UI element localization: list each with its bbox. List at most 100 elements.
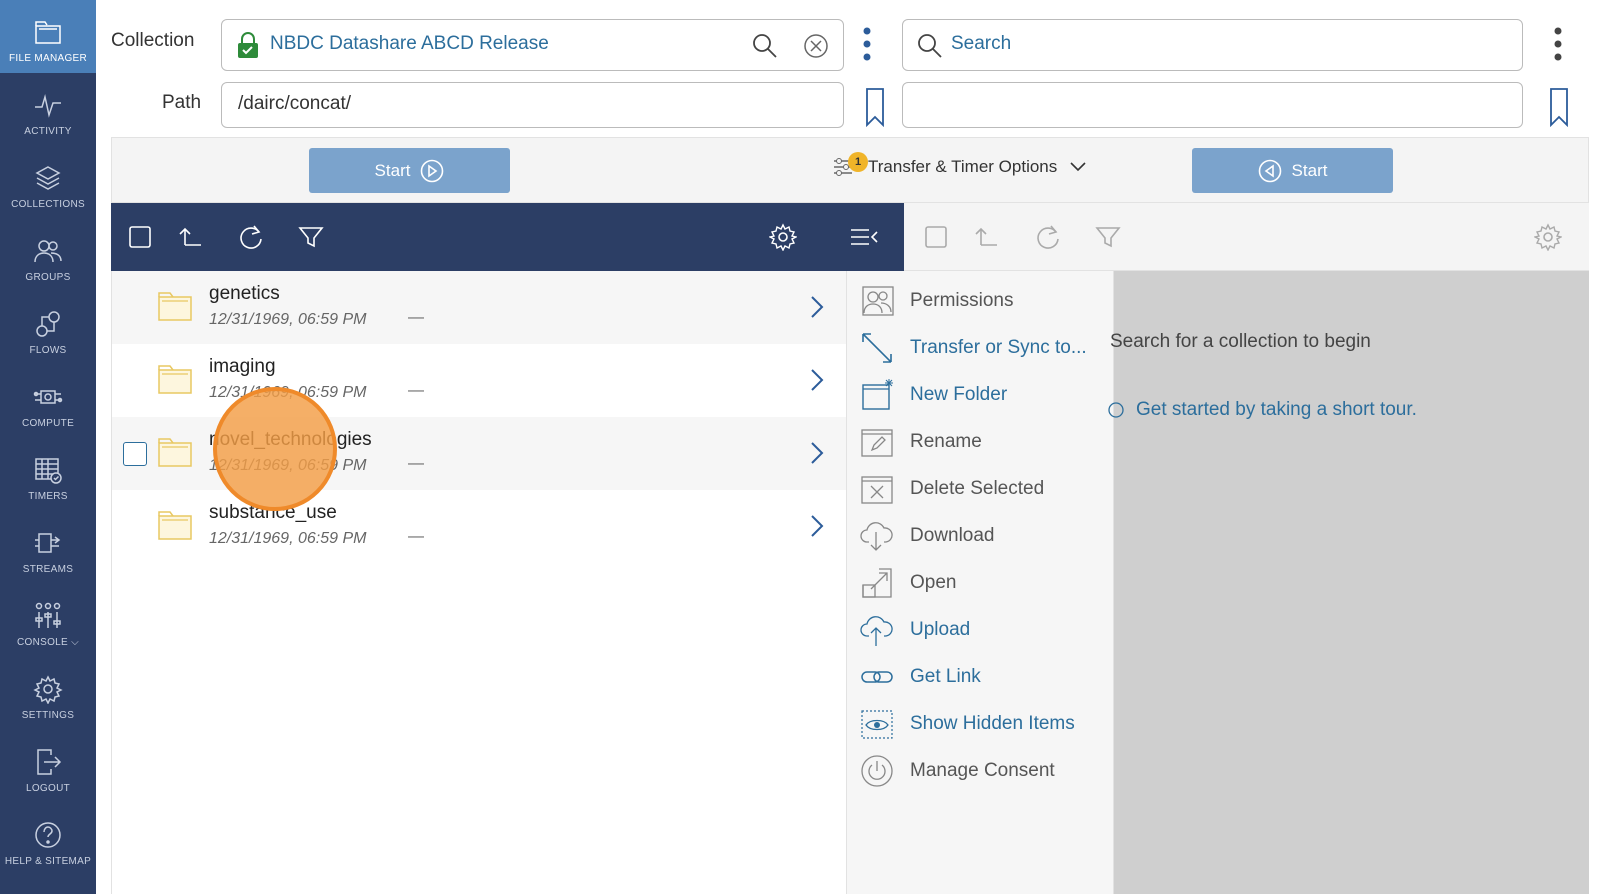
menu-item-upload[interactable]: Upload bbox=[847, 606, 1113, 654]
menu-item-rename[interactable]: Rename bbox=[847, 418, 1113, 466]
path-value: /dairc/concat/ bbox=[238, 93, 351, 114]
side-navigation: FILE MANAGER ACTIVITY COLLECTIONS GROUPS… bbox=[0, 0, 96, 894]
table-row[interactable]: imaging 12/31/1969, 06:59 PM — bbox=[112, 344, 846, 417]
left-panel-toolbar bbox=[111, 203, 904, 271]
flows-icon bbox=[36, 311, 60, 337]
help-icon bbox=[35, 822, 61, 848]
transfer-start-bar: Start 1 Transfer & Timer Options Start bbox=[111, 137, 1589, 203]
clear-icon[interactable] bbox=[803, 33, 829, 59]
bookmark-icon[interactable] bbox=[865, 87, 885, 127]
nav-label: HELP & SITEMAP bbox=[4, 856, 92, 867]
nav-file-manager[interactable]: FILE MANAGER bbox=[0, 0, 96, 73]
file-actions-menu: Permissions Transfer or Sync to... New F… bbox=[846, 271, 1114, 894]
bookmark-icon[interactable] bbox=[1549, 87, 1569, 127]
menu-item-open[interactable]: Open bbox=[847, 559, 1113, 607]
eye-icon bbox=[861, 710, 893, 739]
more-options-icon[interactable] bbox=[862, 27, 872, 61]
menu-item-show-hidden[interactable]: Show Hidden Items bbox=[847, 700, 1113, 748]
logout-icon bbox=[37, 749, 62, 775]
start-right-button[interactable]: Start bbox=[1192, 148, 1393, 193]
nav-label: COMPUTE bbox=[21, 418, 75, 429]
upload-icon bbox=[860, 616, 893, 646]
transfer-timer-options[interactable]: 1 Transfer & Timer Options bbox=[832, 152, 1087, 178]
menu-item-label: Open bbox=[910, 572, 957, 593]
menu-item-label: Delete Selected bbox=[910, 478, 1045, 499]
rename-icon bbox=[861, 429, 893, 457]
sliders-icon bbox=[35, 602, 61, 628]
gear-icon[interactable] bbox=[769, 223, 797, 251]
menu-item-label: Get Link bbox=[910, 666, 981, 687]
permissions-icon bbox=[862, 286, 894, 316]
nav-label: CONSOLE ⌵ bbox=[17, 637, 79, 648]
nav-help[interactable]: HELP & SITEMAP bbox=[0, 803, 96, 876]
nav-activity[interactable]: ACTIVITY bbox=[0, 73, 96, 146]
chevron-right-icon[interactable] bbox=[807, 441, 827, 465]
refresh-icon[interactable] bbox=[237, 223, 265, 251]
path-field[interactable]: /dairc/concat/ bbox=[221, 82, 844, 128]
right-search-field[interactable]: Search bbox=[902, 19, 1523, 71]
nav-label: FILE MANAGER bbox=[8, 53, 88, 64]
nav-settings[interactable]: SETTINGS bbox=[0, 657, 96, 730]
nav-flows[interactable]: FLOWS bbox=[0, 292, 96, 365]
menu-item-download[interactable]: Download bbox=[847, 512, 1113, 560]
table-row[interactable]: substance_use 12/31/1969, 06:59 PM — bbox=[112, 490, 846, 563]
search-placeholder: Search bbox=[951, 33, 1012, 54]
right-path-field[interactable] bbox=[902, 82, 1523, 128]
file-name: novel_technologies bbox=[209, 429, 372, 450]
file-date: 12/31/1969, 06:59 PM bbox=[209, 457, 367, 474]
gear-icon[interactable] bbox=[1534, 223, 1562, 251]
search-icon[interactable] bbox=[752, 33, 778, 59]
nav-streams[interactable]: STREAMS bbox=[0, 511, 96, 584]
nav-compute[interactable]: COMPUTE bbox=[0, 365, 96, 438]
more-options-icon[interactable] bbox=[1553, 27, 1563, 61]
lock-icon bbox=[238, 32, 258, 58]
link-icon bbox=[861, 671, 893, 683]
open-icon bbox=[862, 568, 892, 598]
chevron-right-icon[interactable] bbox=[807, 514, 827, 538]
options-badge: 1 bbox=[848, 152, 868, 172]
info-icon bbox=[1108, 402, 1124, 418]
select-all-checkbox-icon[interactable] bbox=[126, 223, 154, 251]
chevron-right-icon[interactable] bbox=[807, 368, 827, 392]
file-date: 12/31/1969, 06:59 PM bbox=[209, 530, 367, 547]
collection-field[interactable]: NBDC Datashare ABCD Release bbox=[221, 19, 844, 71]
menu-item-transfer[interactable]: Transfer or Sync to... bbox=[847, 324, 1113, 372]
menu-collapse-icon[interactable] bbox=[849, 223, 879, 251]
nav-timers[interactable]: TIMERS bbox=[0, 438, 96, 511]
nav-console-label: CONSOLE bbox=[17, 637, 69, 648]
up-folder-icon[interactable] bbox=[973, 223, 1001, 251]
select-all-checkbox-icon[interactable] bbox=[922, 223, 950, 251]
file-name: imaging bbox=[209, 356, 276, 377]
start-left-button[interactable]: Start bbox=[309, 148, 510, 193]
folder-icon bbox=[158, 438, 192, 467]
streams-icon bbox=[35, 533, 61, 553]
up-folder-icon[interactable] bbox=[177, 223, 205, 251]
nav-label: COLLECTIONS bbox=[11, 199, 85, 210]
table-row[interactable]: genetics 12/31/1969, 06:59 PM — bbox=[112, 271, 846, 344]
menu-item-delete[interactable]: Delete Selected bbox=[847, 465, 1113, 513]
delete-icon bbox=[861, 476, 893, 504]
menu-item-permissions[interactable]: Permissions bbox=[847, 277, 1113, 325]
nav-groups[interactable]: GROUPS bbox=[0, 219, 96, 292]
path-label: Path bbox=[162, 92, 202, 113]
nav-logout[interactable]: LOGOUT bbox=[0, 730, 96, 803]
refresh-icon[interactable] bbox=[1034, 223, 1062, 251]
row-checkbox[interactable] bbox=[123, 442, 147, 466]
nav-collections[interactable]: COLLECTIONS bbox=[0, 146, 96, 219]
filter-icon[interactable] bbox=[1094, 223, 1122, 251]
file-date: 12/31/1969, 06:59 PM bbox=[209, 311, 367, 328]
filter-icon[interactable] bbox=[297, 223, 325, 251]
tour-link[interactable]: Get started by taking a short tour. bbox=[1108, 399, 1417, 421]
menu-item-get-link[interactable]: Get Link bbox=[847, 653, 1113, 701]
menu-item-label: Show Hidden Items bbox=[910, 713, 1075, 734]
collection-value: NBDC Datashare ABCD Release bbox=[270, 33, 549, 54]
menu-item-label: Manage Consent bbox=[910, 760, 1055, 781]
menu-item-label: New Folder bbox=[910, 384, 1008, 405]
menu-item-manage-consent[interactable]: Manage Consent bbox=[847, 747, 1113, 795]
file-size: — bbox=[408, 455, 424, 472]
nav-label: GROUPS bbox=[25, 272, 71, 283]
table-row[interactable]: novel_technologies 12/31/1969, 06:59 PM … bbox=[112, 417, 846, 490]
chevron-right-icon[interactable] bbox=[807, 295, 827, 319]
nav-console[interactable]: CONSOLE ⌵ bbox=[0, 584, 96, 657]
menu-item-new-folder[interactable]: New Folder bbox=[847, 371, 1113, 419]
